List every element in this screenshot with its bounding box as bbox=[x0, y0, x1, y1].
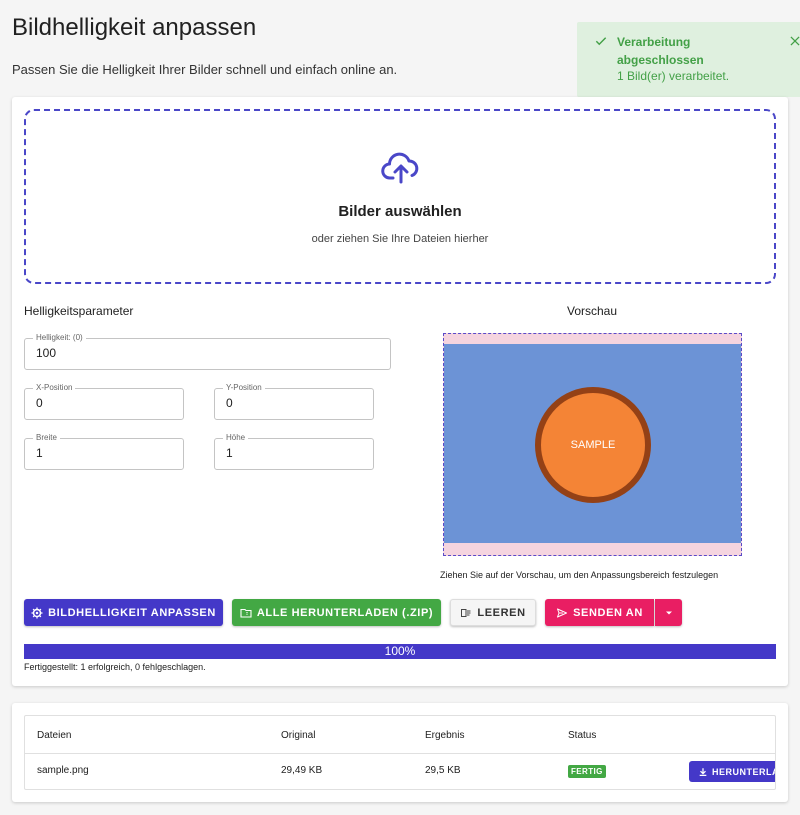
page-subtitle: Passen Sie die Helligkeit Ihrer Bilder s… bbox=[12, 62, 398, 77]
row-file-name: sample.png bbox=[37, 765, 89, 776]
results-table: Dateien Original Ergebnis Status sample.… bbox=[24, 715, 776, 790]
sample-text: SAMPLE bbox=[570, 439, 616, 451]
y-position-input[interactable] bbox=[226, 396, 364, 410]
success-toast: Verarbeitung abgeschlossen 1 Bild(er) ve… bbox=[577, 22, 800, 97]
column-header-status: Status bbox=[568, 730, 597, 741]
width-field[interactable]: Breite bbox=[24, 432, 184, 470]
brightness-field[interactable]: Helligkeit: (0) bbox=[24, 332, 391, 370]
toast-title: Verarbeitung abgeschlossen bbox=[617, 35, 704, 67]
header-divider bbox=[25, 753, 775, 754]
progress-label: 100% bbox=[384, 644, 416, 658]
download-all-button[interactable]: ALLE HERUNTERLADEN (.ZIP) bbox=[232, 599, 441, 626]
adjust-brightness-button[interactable]: BILDHELLIGKEIT ANPASSEN bbox=[24, 599, 223, 626]
y-position-label: Y-Position bbox=[223, 382, 265, 394]
preview-heading: Vorschau bbox=[567, 304, 618, 318]
params-heading: Helligkeitsparameter bbox=[24, 304, 134, 318]
preview-hint: Ziehen Sie auf der Vorschau, um den Anpa… bbox=[440, 570, 719, 580]
clear-button[interactable]: LEEREN bbox=[450, 599, 536, 626]
preview-canvas[interactable]: SAMPLE bbox=[443, 333, 742, 556]
dropzone-subtitle: oder ziehen Sie Ihre Dateien hierher bbox=[311, 233, 489, 245]
row-download-label: HERUNTERLADEN bbox=[712, 766, 775, 777]
download-icon bbox=[699, 767, 707, 776]
row-result-size: 29,5 KB bbox=[425, 765, 461, 776]
sample-circle: SAMPLE bbox=[535, 387, 651, 503]
progress-bar: 100% bbox=[24, 644, 776, 659]
clear-all-icon bbox=[461, 608, 471, 617]
column-header-result: Ergebnis bbox=[425, 730, 465, 741]
close-icon[interactable] bbox=[788, 34, 800, 48]
row-download-button[interactable]: HERUNTERLADEN bbox=[689, 761, 775, 782]
height-label: Höhe bbox=[223, 432, 249, 444]
x-position-label: X-Position bbox=[33, 382, 76, 394]
send-to-dropdown-button[interactable] bbox=[655, 599, 682, 626]
row-original-size: 29,49 KB bbox=[281, 765, 323, 776]
send-to-label: SENDEN AN bbox=[573, 606, 643, 619]
toast-message: 1 Bild(er) verarbeitet. bbox=[617, 69, 730, 83]
folder-zip-icon bbox=[240, 608, 252, 618]
height-input[interactable] bbox=[226, 446, 364, 460]
check-icon bbox=[595, 37, 607, 46]
adjust-brightness-label: BILDHELLIGKEIT ANPASSEN bbox=[48, 606, 216, 619]
width-input[interactable] bbox=[36, 446, 174, 460]
dropzone-title: Bilder auswählen bbox=[338, 203, 462, 220]
column-header-files: Dateien bbox=[37, 730, 72, 741]
x-position-field[interactable]: X-Position bbox=[24, 382, 184, 420]
width-label: Breite bbox=[33, 432, 60, 444]
cloud-upload-icon bbox=[381, 152, 419, 184]
status-badge: FERTIG bbox=[568, 765, 606, 778]
download-all-label: ALLE HERUNTERLADEN (.ZIP) bbox=[256, 606, 434, 619]
column-header-original: Original bbox=[281, 730, 316, 741]
tool-card: Bilder auswählen oder ziehen Sie Ihre Da… bbox=[12, 97, 788, 686]
y-position-field[interactable]: Y-Position bbox=[214, 382, 374, 420]
x-position-input[interactable] bbox=[36, 396, 174, 410]
chevron-down-icon bbox=[665, 611, 672, 614]
clear-label: LEEREN bbox=[477, 606, 526, 619]
progress-status: Fertiggestellt: 1 erfolgreich, 0 fehlges… bbox=[24, 662, 206, 672]
page-title: Bildhelligkeit anpassen bbox=[12, 14, 257, 41]
send-icon bbox=[557, 608, 568, 617]
height-field[interactable]: Höhe bbox=[214, 432, 374, 470]
send-to-button[interactable]: SENDEN AN bbox=[545, 599, 654, 626]
settings-icon bbox=[31, 607, 43, 618]
results-card: Dateien Original Ergebnis Status sample.… bbox=[12, 703, 788, 802]
file-dropzone[interactable]: Bilder auswählen oder ziehen Sie Ihre Da… bbox=[24, 109, 776, 284]
brightness-input[interactable] bbox=[36, 346, 381, 360]
brightness-label: Helligkeit: (0) bbox=[33, 332, 86, 344]
